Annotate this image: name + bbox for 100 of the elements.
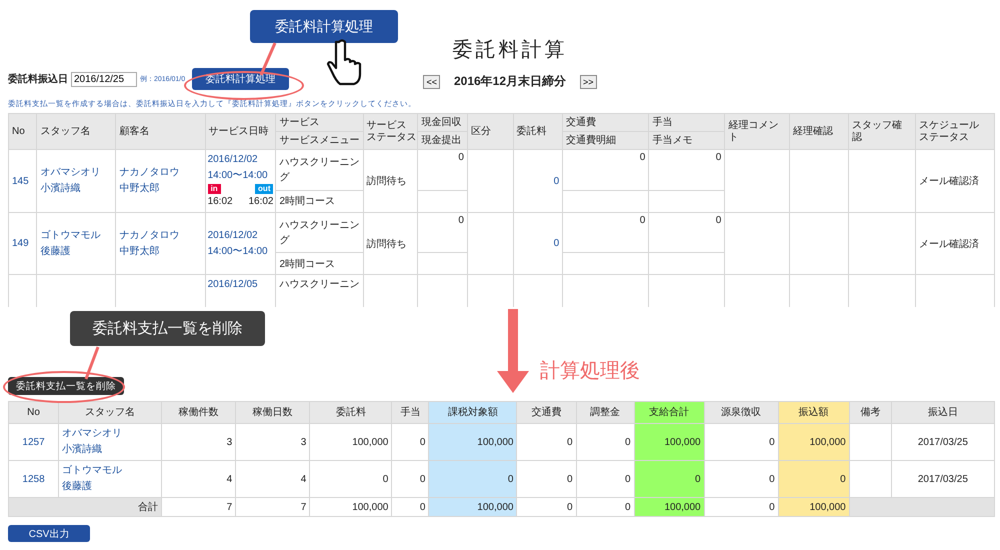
total-value: 100,000 (810, 502, 846, 512)
column-header: 委託料 (310, 402, 392, 424)
next-button[interactable]: >> (580, 74, 597, 88)
page-title: 委託料計算 (452, 38, 568, 63)
amount-value: 0 (624, 474, 631, 484)
delete-list-button[interactable]: 委託料支払一覧を削除 (8, 377, 124, 395)
allowance-amount: 0 (716, 215, 722, 226)
column-header: サービス (276, 114, 364, 132)
column-header: 交通費 (516, 402, 576, 424)
row-number-link[interactable]: 1257 (22, 436, 45, 448)
staff-name-link[interactable]: 小濱詩織 (40, 181, 112, 197)
leader-line (258, 42, 278, 76)
row-number-link[interactable]: 149 (12, 238, 29, 249)
staff-kana-link[interactable]: ゴトウマモル (62, 463, 158, 479)
total-label: 合計 (138, 502, 158, 513)
column-header: サービスメニュー (276, 132, 364, 150)
allowance-amount: 0 (716, 152, 722, 163)
service-time-link[interactable]: 14:00〜14:00 (208, 244, 274, 260)
column-header: No (8, 114, 37, 150)
staff-kana-link[interactable]: オバマシオリ (40, 165, 112, 181)
cash-amount: 0 (458, 215, 464, 226)
transfer-date: 2017/03/25 (918, 436, 968, 448)
column-header: 手当メモ (648, 132, 725, 150)
service-menu: 2時間コース (279, 196, 336, 208)
fee-link[interactable]: 0 (554, 176, 560, 186)
amount-value: 0 (382, 474, 388, 484)
column-header: 現金提出 (418, 132, 468, 150)
date-input[interactable]: 2016/12/25 (71, 72, 137, 86)
period-label: 2016年12月末日締分 (454, 73, 566, 90)
total-value: 100,000 (477, 502, 514, 512)
column-header-line: スケジュール (918, 120, 980, 132)
customer-kana-link[interactable]: ナカノタロウ (119, 228, 202, 244)
total-value: 0 (566, 502, 572, 512)
column-header: 現金回収 (418, 114, 468, 132)
amount-value: 3 (300, 436, 306, 448)
amount-value: 0 (769, 474, 775, 484)
column-header: 交通費明細 (562, 132, 649, 150)
amount-value: 0 (566, 436, 572, 448)
after-calculation-label: 計算処理後 (540, 359, 640, 384)
total-value: 0 (420, 502, 426, 512)
service-date-link[interactable]: 2016/12/02 (208, 152, 274, 168)
staff-kana-link[interactable]: ゴトウマモル (40, 228, 112, 244)
transport-amount: 0 (640, 215, 646, 226)
column-header: No (8, 402, 59, 424)
fee-link[interactable]: 0 (554, 238, 560, 249)
out-time: 16:02 (248, 195, 274, 209)
column-header-line: サービス (366, 120, 408, 132)
transfer-date: 2017/03/25 (918, 474, 968, 484)
total-value: 0 (769, 502, 775, 512)
staff-name-link[interactable]: 後藤護 (62, 479, 158, 495)
amount-value: 0 (508, 474, 514, 484)
customer-kana-link[interactable]: ナカノタロウ (119, 165, 202, 181)
service-name: ハウスクリーニング (279, 220, 360, 246)
cash-amount: 0 (458, 152, 464, 163)
amount-value: 0 (420, 474, 426, 484)
staff-name-link[interactable]: 小濱詩織 (62, 442, 158, 458)
leader-line (84, 346, 100, 380)
schedule-status: メール確認済 (918, 238, 979, 250)
column-header: 手当 (648, 114, 725, 132)
transport-amount: 0 (640, 152, 646, 163)
service-name: ハウスクリーニング (279, 156, 360, 183)
column-header: 課税対象額 (428, 402, 517, 424)
total-value: 7 (226, 502, 232, 512)
column-header: 手当 (392, 402, 429, 424)
column-header-line: ステータス (366, 132, 414, 143)
column-header: 備考 (849, 402, 892, 424)
service-name: ハウスクリーニン (279, 279, 360, 290)
amount-value: 0 (769, 436, 775, 448)
down-arrow-icon (497, 309, 529, 393)
row-number-link[interactable]: 145 (12, 176, 29, 186)
service-date-link[interactable]: 2016/12/02 (208, 228, 274, 244)
pointing-hand-icon (326, 38, 362, 86)
service-time-link[interactable]: 14:00〜14:00 (208, 168, 274, 184)
column-header: 振込額 (778, 402, 850, 424)
callout-label: 委託料計算処理 (250, 10, 398, 43)
column-header: サービス日時 (205, 114, 276, 150)
column-header: 支給合計 (634, 402, 704, 424)
staff-kana-link[interactable]: オバマシオリ (62, 426, 158, 442)
column-header: 稼働件数 (162, 402, 236, 424)
total-value: 100,000 (352, 502, 388, 512)
customer-name-link[interactable]: 中野太郎 (119, 181, 202, 197)
staff-name-link[interactable]: 後藤護 (40, 244, 112, 260)
row-number-link[interactable]: 1258 (22, 474, 45, 484)
customer-name-link[interactable]: 中野太郎 (119, 244, 202, 260)
service-status: 訪問待ち (366, 238, 407, 250)
column-header: 源泉徴収 (704, 402, 778, 424)
amount-value: 4 (226, 474, 232, 484)
service-status: 訪問待ち (366, 176, 407, 187)
column-header: 委託料 (513, 114, 563, 150)
column-header: スタッフ名 (58, 402, 162, 424)
column-header-line: ステータス (918, 132, 970, 143)
column-header: 稼働日数 (236, 402, 310, 424)
column-header: 経理確認 (790, 114, 848, 150)
amount-value: 4 (300, 474, 306, 484)
amount-value: 0 (695, 474, 701, 484)
previous-button[interactable]: << (423, 74, 440, 88)
column-header: 振込日 (891, 402, 994, 424)
csv-export-button[interactable]: CSV出力 (8, 525, 90, 542)
in-badge: in (208, 184, 221, 194)
amount-value: 0 (566, 474, 572, 484)
